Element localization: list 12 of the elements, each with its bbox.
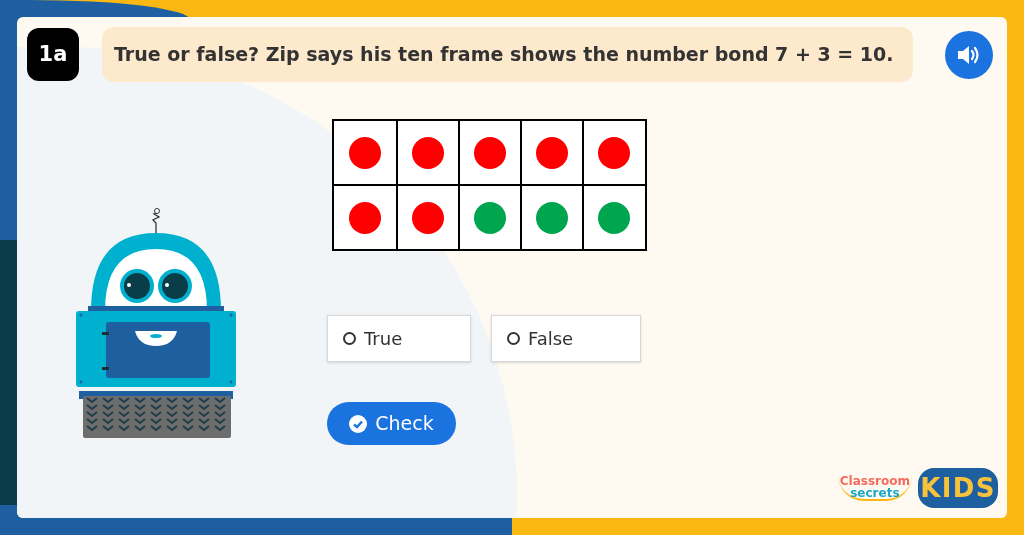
brand-wordmark: Classroom secrets: [837, 475, 912, 501]
brand-badge: KIDS: [918, 468, 998, 508]
radio-icon: [507, 332, 520, 345]
check-circle-icon: [349, 414, 368, 433]
question-text: True or false? Zip says his ten frame shows the number bond 7 + 3 = 10.: [102, 27, 913, 82]
speaker-icon: [956, 43, 982, 66]
check-button[interactable]: Check: [327, 402, 456, 445]
question-number: 1a: [27, 28, 79, 81]
speaker-button[interactable]: [945, 30, 993, 79]
answer-option[interactable]: False: [491, 315, 641, 362]
answer-option[interactable]: True: [327, 315, 471, 362]
radio-icon: [343, 332, 356, 345]
